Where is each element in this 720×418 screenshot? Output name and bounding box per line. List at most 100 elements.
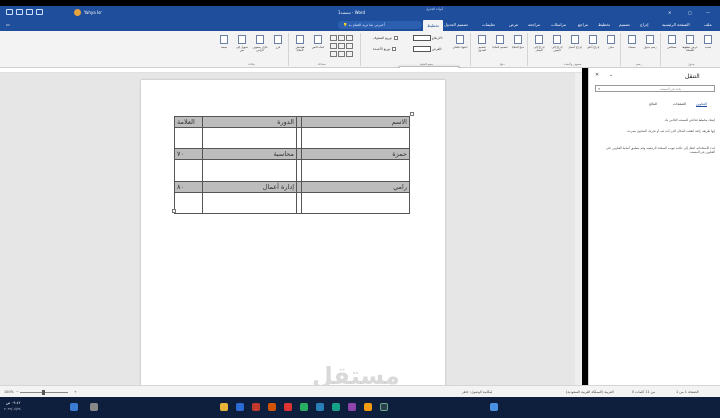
table-cell[interactable]: الدورة <box>202 116 297 128</box>
split-cells-button[interactable]: تقسيم الخلايا <box>492 33 508 61</box>
table-cell[interactable] <box>301 159 410 182</box>
alignment-grid[interactable] <box>330 35 354 57</box>
insert-below-button[interactable]: إدراج أسفل <box>567 33 583 61</box>
distribute-rows[interactable]: توزيع الصفوف <box>373 36 398 40</box>
table-resize-handle-icon[interactable] <box>172 209 176 213</box>
align-top-right-icon[interactable] <box>330 35 337 41</box>
taskbar-date[interactable]: ٢٠٢٢/٠٤/٢٤ <box>4 407 21 411</box>
select-button[interactable]: تحديد <box>700 33 716 61</box>
tab-home[interactable]: الصفحة الرئيسية <box>662 22 690 27</box>
table-cell[interactable] <box>301 192 410 214</box>
autosave-icon[interactable] <box>6 9 13 15</box>
app-taskbar-icon-4[interactable] <box>348 403 356 411</box>
merge-cells-button[interactable]: دمج الخلايا <box>510 33 526 61</box>
insert-above-button[interactable]: إدراج أعلى <box>585 33 601 61</box>
tab-table-layout[interactable]: تخطيط <box>423 20 443 31</box>
taskbar-time[interactable]: ٠٩:٤٢ ص <box>6 401 20 405</box>
align-bottom-center-icon[interactable] <box>338 51 345 57</box>
draw-table-button[interactable]: رسم جدول <box>642 33 658 61</box>
chevron-down-icon[interactable]: ⌄ <box>609 72 613 78</box>
zoom-out-icon[interactable]: − <box>16 390 19 394</box>
align-bottom-right-icon[interactable] <box>330 51 337 57</box>
tab-mailings[interactable]: مراسلات <box>551 22 566 27</box>
table-cell[interactable] <box>202 159 297 182</box>
table-cell[interactable]: محاسبة <box>202 148 297 160</box>
tab-view[interactable]: عرض <box>509 22 518 27</box>
distribute-columns[interactable]: توزيع الأعمدة <box>373 47 397 51</box>
tab-insert[interactable]: إدراج <box>640 22 649 27</box>
navpane-tab-headings[interactable]: العناوين <box>696 102 707 107</box>
status-words[interactable]: 0 من 11 كلمات <box>632 390 655 394</box>
cell-margins-button[interactable]: هوامش الخلايا <box>292 33 308 61</box>
network-icon[interactable] <box>70 403 78 411</box>
align-top-left-icon[interactable] <box>346 35 353 41</box>
save-icon[interactable] <box>16 9 23 15</box>
table-cell[interactable]: العلامة <box>174 116 203 128</box>
table-cell[interactable] <box>301 127 410 149</box>
table-cell[interactable]: إدارة أعمال <box>202 181 297 193</box>
table-cell[interactable]: ٨٠ <box>174 181 203 193</box>
split-table-button[interactable]: تقسيم الجدول <box>474 33 490 61</box>
status-language[interactable]: العربية (المملكة العربية السعودية) <box>566 390 614 394</box>
navpane-tab-pages[interactable]: الصفحات <box>673 102 686 106</box>
zoom-slider-thumb[interactable] <box>42 390 45 395</box>
user-name[interactable]: Yahya Isr <box>84 10 102 15</box>
tab-references[interactable]: مراجع <box>578 22 588 27</box>
student-table[interactable]: العلامة الدورة الاسم ٧٠ محاسبة حمزة ٨٠ إ… <box>174 116 410 214</box>
task-view-icon[interactable] <box>380 403 388 411</box>
volume-icon[interactable] <box>90 403 98 411</box>
align-center-icon[interactable] <box>338 43 345 49</box>
close-window-icon[interactable]: ✕ <box>668 10 671 15</box>
table-cell[interactable] <box>174 127 203 149</box>
status-page[interactable]: الصفحة 1 من 1 <box>676 390 699 394</box>
navpane-tab-results[interactable]: النتائج <box>649 102 657 106</box>
view-gridlines-button[interactable]: عرض خطوط الشبكة <box>682 33 698 61</box>
vertical-scrollbar[interactable] <box>575 73 582 385</box>
app-taskbar-icon-5[interactable] <box>364 403 372 411</box>
table-cell[interactable] <box>202 192 297 214</box>
text-direction-button[interactable]: اتجاه النص <box>310 33 326 61</box>
close-pane-icon[interactable]: ✕ <box>595 72 599 78</box>
app-taskbar-icon-2[interactable] <box>300 403 308 411</box>
table-cell[interactable] <box>202 127 297 149</box>
app-taskbar-icon-3[interactable] <box>332 403 340 411</box>
tab-design[interactable]: تصميم <box>619 22 630 27</box>
repeat-header-rows-button[interactable]: تكرار صفوف الرأس <box>252 33 268 61</box>
tab-layout[interactable]: تخطيط <box>598 22 610 27</box>
table-cell[interactable]: حمزة <box>301 148 410 160</box>
chrome-taskbar-icon[interactable] <box>284 403 292 411</box>
avatar[interactable] <box>74 9 81 16</box>
undo-icon[interactable] <box>26 9 33 15</box>
tab-review[interactable]: مراجعة <box>528 22 540 27</box>
zoom-level[interactable]: 100% <box>4 390 14 394</box>
width-input[interactable] <box>413 46 431 52</box>
app-taskbar-icon[interactable] <box>268 403 276 411</box>
insert-right-button[interactable]: إدراج إلى اليمين <box>549 33 565 61</box>
align-top-center-icon[interactable] <box>338 35 345 41</box>
tab-table-design[interactable]: تصميم الجدول <box>444 22 468 27</box>
align-center-right-icon[interactable] <box>330 43 337 49</box>
maximize-window-icon[interactable]: ▢ <box>688 10 692 15</box>
powerpoint-taskbar-icon[interactable] <box>252 403 260 411</box>
autofit-button[interactable]: احتواء تلقائي <box>452 33 468 61</box>
tell-me-search[interactable]: 💡 أخبرني بما تريد القيام به <box>338 21 422 29</box>
comments-icon[interactable]: ▭ <box>6 22 10 27</box>
delete-button[interactable]: حذف <box>603 33 619 61</box>
navpane-search-input[interactable]: ⌕ بحث في المستند <box>595 85 715 92</box>
formula-button[interactable]: صيغة <box>216 33 232 61</box>
align-center-left-icon[interactable] <box>346 43 353 49</box>
table-cell[interactable] <box>174 159 203 182</box>
convert-to-text-button[interactable]: تحويل إلى نص <box>234 33 250 61</box>
properties-button[interactable]: خصائص <box>664 33 680 61</box>
height-input[interactable] <box>413 35 431 41</box>
table-move-handle-icon[interactable] <box>410 112 414 116</box>
tab-help[interactable]: تعليمات <box>482 22 495 27</box>
insert-left-button[interactable]: إدراج إلى اليسار <box>531 33 547 61</box>
minimize-window-icon[interactable]: — <box>706 10 710 15</box>
table-cell[interactable]: رامي <box>301 181 410 193</box>
file-explorer-icon[interactable] <box>220 403 228 411</box>
windows-start-icon[interactable] <box>490 403 498 411</box>
redo-icon[interactable] <box>36 9 43 15</box>
table-cell[interactable]: ٧٠ <box>174 148 203 160</box>
sort-button[interactable]: فرز <box>270 33 286 61</box>
